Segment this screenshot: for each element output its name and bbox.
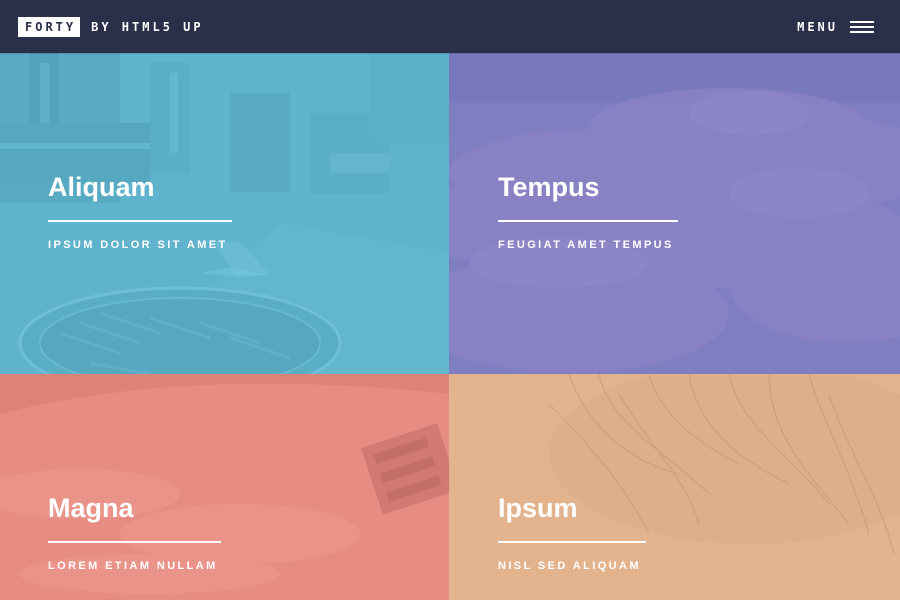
brand-subtitle: BY HTML5 UP [91,19,204,34]
tile-subtitle: LOREM ETIAM NULLAM [48,559,218,572]
tile-content: Magna LOREM ETIAM NULLAM [48,493,221,572]
tile-title: Magna [48,493,134,523]
tile-content: Tempus FEUGIAT AMET TEMPUS [498,172,678,251]
tile-tempus[interactable]: Tempus FEUGIAT AMET TEMPUS [449,53,900,374]
logo-link[interactable]: FORTY BY HTML5 UP [18,16,204,37]
tile-subtitle: IPSUM DOLOR SIT AMET [48,238,228,251]
tile-subtitle: NISL SED ALIQUAM [498,559,641,572]
tile-magna[interactable]: Magna LOREM ETIAM NULLAM [0,374,449,600]
tile-divider [48,540,221,543]
hamburger-icon [850,20,874,33]
tile-subtitle: FEUGIAT AMET TEMPUS [498,238,674,251]
tile-title: Aliquam [48,172,155,202]
brand-logo: FORTY [18,16,81,37]
tile-divider [498,540,646,543]
tile-title: Ipsum [498,493,578,523]
tiles-grid: Aliquam IPSUM DOLOR SIT AMET Tempus FEUG… [0,53,900,600]
site-header: FORTY BY HTML5 UP MENU [0,0,900,53]
menu-label: MENU [797,19,838,34]
tile-title: Tempus [498,172,600,202]
tile-aliquam[interactable]: Aliquam IPSUM DOLOR SIT AMET [0,53,449,374]
menu-button[interactable]: MENU [797,20,874,34]
tile-ipsum[interactable]: Ipsum NISL SED ALIQUAM [449,374,900,600]
tile-divider [498,219,678,222]
tile-divider [48,219,232,222]
tile-content: Aliquam IPSUM DOLOR SIT AMET [48,172,232,251]
tile-content: Ipsum NISL SED ALIQUAM [498,493,646,572]
